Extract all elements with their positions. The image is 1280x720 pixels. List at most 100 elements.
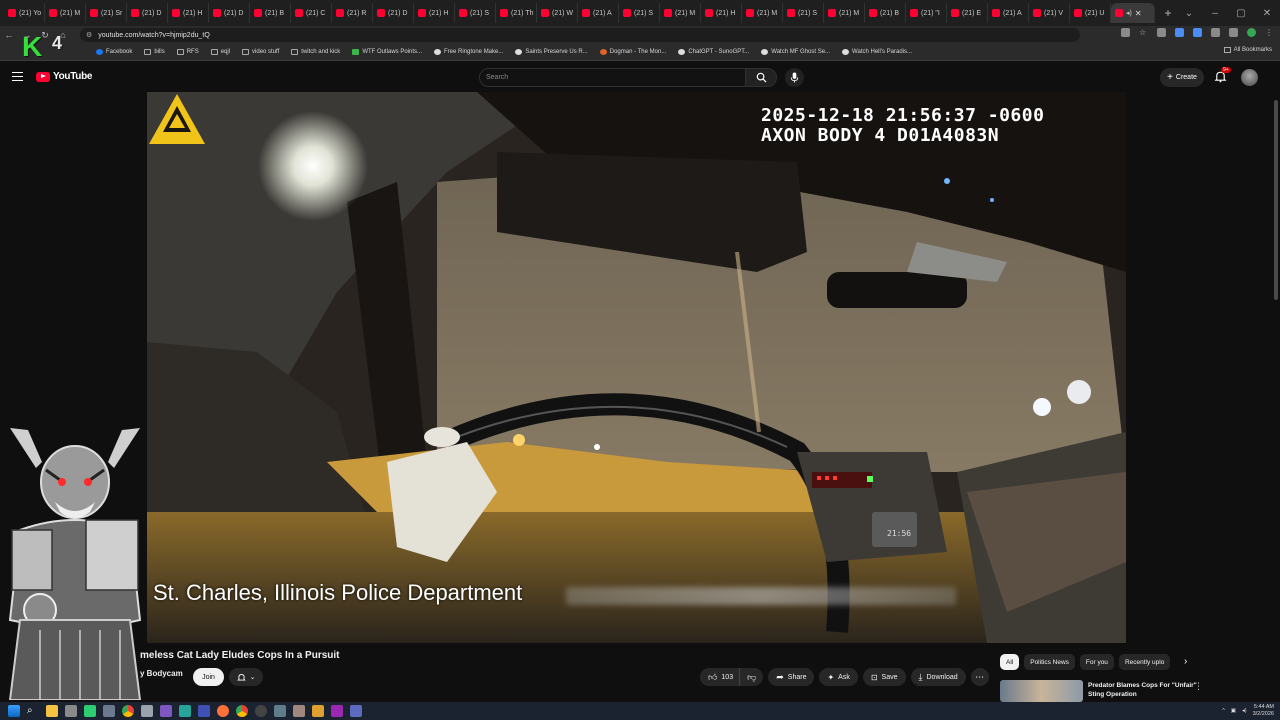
filter-chip[interactable]: Recently uplo	[1118, 654, 1171, 670]
filter-chip[interactable]: For you	[1079, 654, 1114, 670]
bookmark-item[interactable]: twitch and kick	[291, 49, 340, 55]
minimize-icon[interactable]: –	[1202, 8, 1228, 19]
filter-chip[interactable]: Politics News	[1024, 654, 1075, 670]
clock[interactable]: 5:44 AM 3/2/2026	[1253, 704, 1274, 718]
new-tab-button[interactable]: +	[1159, 6, 1177, 20]
app-icon[interactable]	[312, 705, 324, 717]
chrome-icon[interactable]	[122, 705, 134, 717]
tab-active[interactable]: ◂) ✕	[1111, 3, 1155, 23]
related-thumbnail[interactable]	[1000, 680, 1083, 702]
browser-tab[interactable]: (21) C	[291, 3, 332, 23]
bookmark-item[interactable]: WTF Outlaws Points...	[352, 49, 422, 55]
bookmark-item[interactable]: Facebook	[96, 49, 132, 55]
app-icon[interactable]	[160, 705, 172, 717]
browser-tab[interactable]: (21) S	[619, 3, 660, 23]
back-icon[interactable]: ←	[0, 30, 18, 40]
sidepanel-icon[interactable]	[1229, 28, 1238, 37]
app-icon[interactable]	[141, 705, 153, 717]
start-windows-icon[interactable]	[8, 705, 20, 717]
all-bookmarks-button[interactable]: All Bookmarks	[1223, 47, 1272, 53]
app-icon[interactable]	[198, 705, 210, 717]
extensions-puzzle-icon[interactable]	[1211, 28, 1220, 37]
related-video-item[interactable]: Predator Blames Cops For "Unfair" Sting …	[1000, 680, 1270, 702]
browser-tab[interactable]: (21) D	[127, 3, 168, 23]
bookmark-item[interactable]: bills	[144, 49, 165, 55]
bookmark-item[interactable]: Saints Preserve Us R...	[515, 49, 588, 55]
subscription-bell-button[interactable]: ⌄	[229, 668, 263, 686]
browser-tab[interactable]: (21) R	[332, 3, 373, 23]
app-icon[interactable]	[331, 705, 343, 717]
site-info-icon[interactable]: ⚙	[86, 31, 92, 39]
firefox-icon[interactable]	[217, 705, 229, 717]
browser-tab[interactable]: (21) "I	[906, 3, 947, 23]
browser-tab[interactable]: (21) A	[578, 3, 619, 23]
settings-icon[interactable]	[103, 705, 115, 717]
browser-tab[interactable]: (21) H	[414, 3, 455, 23]
tray-chevron-icon[interactable]: ^	[1222, 708, 1225, 714]
search-icon[interactable]: ⌕	[27, 705, 39, 717]
dislike-button[interactable]: 👎︎	[739, 668, 764, 686]
bookmark-item[interactable]: eqjl	[210, 49, 230, 55]
browser-tab[interactable]: (21) B	[865, 3, 906, 23]
browser-tab[interactable]: (21) A	[988, 3, 1029, 23]
close-window-icon[interactable]: ✕	[1254, 8, 1280, 19]
volume-icon[interactable]: ◂)	[1242, 708, 1247, 714]
browser-tab[interactable]: (21) S	[455, 3, 496, 23]
notifications-button[interactable]: 9+	[1214, 67, 1231, 84]
scrollbar-thumb[interactable]	[1274, 100, 1278, 300]
store-icon[interactable]	[65, 705, 77, 717]
browser-tab[interactable]: (21) B	[250, 3, 291, 23]
app-icon[interactable]	[293, 705, 305, 717]
extension-icon[interactable]	[1157, 28, 1166, 37]
menu-dots-icon[interactable]: ⋮	[1265, 28, 1274, 37]
obs-icon[interactable]	[255, 705, 267, 717]
bookmark-item[interactable]: Dogman - The Mon...	[599, 49, 666, 55]
cast-icon[interactable]	[1121, 28, 1130, 37]
browser-tab[interactable]: (21) U	[1070, 3, 1111, 23]
chevron-right-icon[interactable]: ›	[1184, 656, 1187, 667]
url-bar[interactable]: ⚙ youtube.com/watch?v=hjmip2du_tQ	[80, 28, 1080, 42]
ask-button[interactable]: ✦ Ask	[819, 668, 858, 686]
download-button[interactable]: ⤓ Download	[910, 668, 966, 686]
bookmark-item[interactable]: ChatGPT - SunoGPT...	[678, 49, 749, 55]
more-actions-button[interactable]: ⋯	[970, 668, 989, 686]
page-scrollbar[interactable]	[1272, 92, 1280, 702]
browser-tab[interactable]: (21) E	[947, 3, 988, 23]
voice-search-button[interactable]	[785, 68, 804, 87]
browser-tab[interactable]: (21) D	[373, 3, 414, 23]
join-button[interactable]: Join	[193, 668, 224, 686]
bookmark-item[interactable]: RFS	[176, 49, 199, 55]
close-tab-icon[interactable]: ✕	[1135, 9, 1142, 18]
browser-tab[interactable]: (21) Th	[496, 3, 537, 23]
browser-tab[interactable]: (21) W	[537, 3, 578, 23]
browser-tab[interactable]: (21) H	[168, 3, 209, 23]
app-icon[interactable]	[274, 705, 286, 717]
browser-tab[interactable]: (21) H	[701, 3, 742, 23]
network-icon[interactable]: ▣	[1231, 708, 1236, 714]
bookmark-item[interactable]: Watch MF Ghost Se...	[761, 49, 830, 55]
browser-tab[interactable]: (21) M	[45, 3, 86, 23]
browser-tab[interactable]: (21) D	[209, 3, 250, 23]
browser-tab[interactable]: (21) M	[660, 3, 701, 23]
app-icon[interactable]	[84, 705, 96, 717]
save-button[interactable]: ⊡ Save	[862, 668, 906, 686]
like-button[interactable]: 👍︎ 103	[700, 668, 740, 686]
app-icon[interactable]	[179, 705, 191, 717]
maximize-icon[interactable]: ▢	[1228, 8, 1254, 19]
extension-icon[interactable]	[1175, 28, 1184, 37]
browser-tab[interactable]: (21) S	[783, 3, 824, 23]
video-player[interactable]: 21:56 2025-12-18 21:56:37 -0600 AXON BOD…	[147, 92, 1126, 643]
bookmark-star-icon[interactable]: ☆	[1139, 28, 1148, 37]
filter-chip[interactable]: All	[1000, 654, 1020, 670]
file-explorer-icon[interactable]	[46, 705, 58, 717]
search-button[interactable]	[745, 68, 777, 87]
browser-tab[interactable]: (21) V	[1029, 3, 1070, 23]
browser-tab[interactable]: (21) M	[824, 3, 865, 23]
bookmark-item[interactable]: Free Ringtone Make...	[434, 49, 503, 55]
related-title[interactable]: Predator Blames Cops For "Unfair" Sting …	[1088, 681, 1198, 699]
tab-search-icon[interactable]: ⌄	[1176, 8, 1202, 19]
browser-tab[interactable]: (21) Sr	[86, 3, 127, 23]
menu-icon[interactable]	[12, 72, 23, 81]
search-input[interactable]: Search	[479, 68, 746, 87]
browser-tab[interactable]: (21) Yo	[4, 3, 45, 23]
